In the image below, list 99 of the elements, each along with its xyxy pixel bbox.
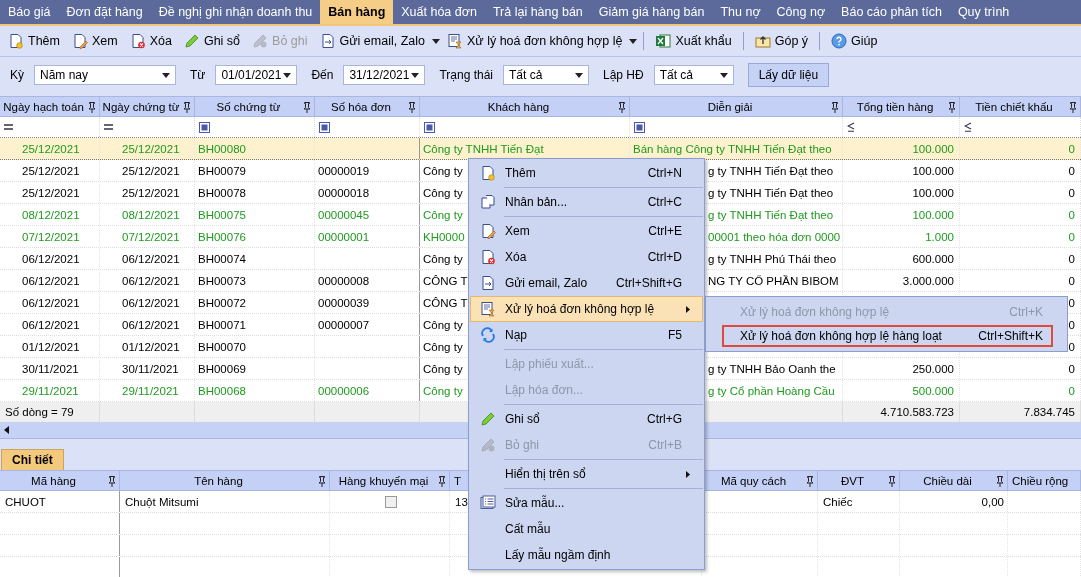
table-cell: 0 [1068,362,1075,375]
table-cell: Công ty [423,186,463,199]
table-cell: 06/12/2021 [22,252,80,265]
table-cell: 100.000 [912,142,954,155]
table-cell: 07/12/2021 [22,230,80,243]
table-cell: 00000019 [318,164,370,177]
filter-label: Lập HĐ [603,68,644,82]
table-cell: g ty TNHH Tiến Đạt theo [708,186,834,199]
table-cell: 25/12/2021 [22,164,80,177]
filter-label: Trạng thái [439,68,493,82]
table-cell: BH00075 [198,208,246,221]
table-cell: Công ty [423,340,463,353]
table-cell: g ty TNHH Bảo Oanh the [708,362,836,375]
table-cell: g ty Cổ phần Hoàng Cầu [708,384,835,397]
table-cell: g ty TNHH Phú Thái theo [708,252,837,265]
table-cell: 0 [1068,164,1075,177]
table-cell: 06/12/2021 [122,296,180,309]
table-cell: KH0000 [423,230,465,243]
table-cell: 100.000 [912,208,954,221]
table-cell: 01/12/2021 [122,340,180,353]
table-cell: BH00068 [198,384,246,397]
table-cell: Công ty [423,318,463,331]
table-cell: BH00071 [198,318,246,331]
table-cell: 00001 theo hóa đơn 0000 [708,230,841,243]
filter-label: Từ [190,68,206,82]
table-cell: BH00074 [198,252,246,265]
table-cell: 3.000.000 [902,274,954,287]
table-cell: g ty TNHH Tiến Đạt theo [708,208,834,221]
table-cell: 30/11/2021 [22,362,79,375]
table-cell: 00000006 [318,384,370,397]
table-cell: 00000018 [318,186,370,199]
table-cell: Công ty [423,164,463,177]
table-cell: 29/11/2021 [122,384,179,397]
table-cell: CÔNG T [423,274,468,287]
total-cell: 7.834.745 [1023,406,1075,418]
table-cell: 06/12/2021 [22,318,80,331]
table-cell: BH00073 [198,274,246,287]
table-cell: BH00080 [198,142,246,155]
table-cell: 100.000 [912,186,954,199]
filter-label: Kỳ [10,68,24,82]
table-cell: 00000001 [318,230,370,243]
table-cell: 0 [1068,208,1075,221]
table-cell: BH00078 [198,186,246,199]
table-cell: 25/12/2021 [22,142,80,155]
table-cell: 25/12/2021 [22,186,80,199]
table-cell: 250.000 [912,362,954,375]
table-cell: 06/12/2021 [22,274,80,287]
table-cell: 0 [1068,318,1075,331]
table-cell: 29/11/2021 [22,384,79,397]
table-cell: 06/12/2021 [22,296,80,309]
table-cell: BH00070 [198,340,246,353]
table-cell: 0 [1068,252,1075,265]
total-cell: 4.710.583.723 [880,406,954,418]
table-cell: 00000039 [318,296,370,309]
table-cell: CHUOT [5,495,46,508]
table-cell: Chiếc [823,495,853,508]
table-cell: 01/12/2021 [22,340,80,353]
table-cell: 13 [455,495,468,508]
table-cell: 0 [1068,186,1075,199]
table-cell: g ty TNHH Tiến Đạt theo [708,164,834,177]
table-cell: Công ty TNHH Tiến Đạt [423,142,544,155]
table-cell: 06/12/2021 [122,252,180,265]
table-cell: 00000008 [318,274,370,287]
table-cell: 07/12/2021 [122,230,180,243]
table-cell: 08/12/2021 [122,208,180,221]
row-count: Số dòng = 79 [5,406,74,418]
table-cell: 06/12/2021 [122,274,180,287]
table-cell: 0 [1068,274,1075,287]
table-cell: 600.000 [912,252,954,265]
table-cell: 0 [1068,340,1075,353]
table-cell: 00000007 [318,318,370,331]
table-cell: NG TY CỔ PHẦN BIBOM [708,274,839,287]
table-cell: 0 [1068,142,1075,155]
table-cell: 08/12/2021 [22,208,80,221]
table-cell: BH00076 [198,230,246,243]
table-cell: BH00072 [198,296,246,309]
table-cell: Công ty [423,252,463,265]
table-cell: 30/11/2021 [122,362,179,375]
table-cell: Công ty [423,362,463,375]
filter-label: Đến [311,68,334,82]
table-cell: Chuột Mitsumi [125,495,199,508]
table-cell: 25/12/2021 [122,142,180,155]
table-cell: 0,00 [981,495,1004,508]
table-cell: 0 [1068,230,1075,243]
table-cell: BH00069 [198,362,246,375]
table-cell: CÔNG T [423,296,468,309]
table-cell: BH00079 [198,164,246,177]
table-cell: 25/12/2021 [122,186,180,199]
table-cell: Công ty [423,208,463,221]
table-cell: 500.000 [912,384,954,397]
table-cell: Bán hàng Công ty TNHH Tiến Đạt theo [633,142,832,155]
table-cell: 06/12/2021 [122,318,180,331]
table-cell: Công ty [423,384,463,397]
table-cell: 1.000 [925,230,954,243]
table-cell: 00000045 [318,208,370,221]
table-cell: 100.000 [912,164,954,177]
table-cell: 25/12/2021 [122,164,180,177]
table-cell: 0 [1068,296,1075,309]
table-cell: 0 [1068,384,1075,397]
